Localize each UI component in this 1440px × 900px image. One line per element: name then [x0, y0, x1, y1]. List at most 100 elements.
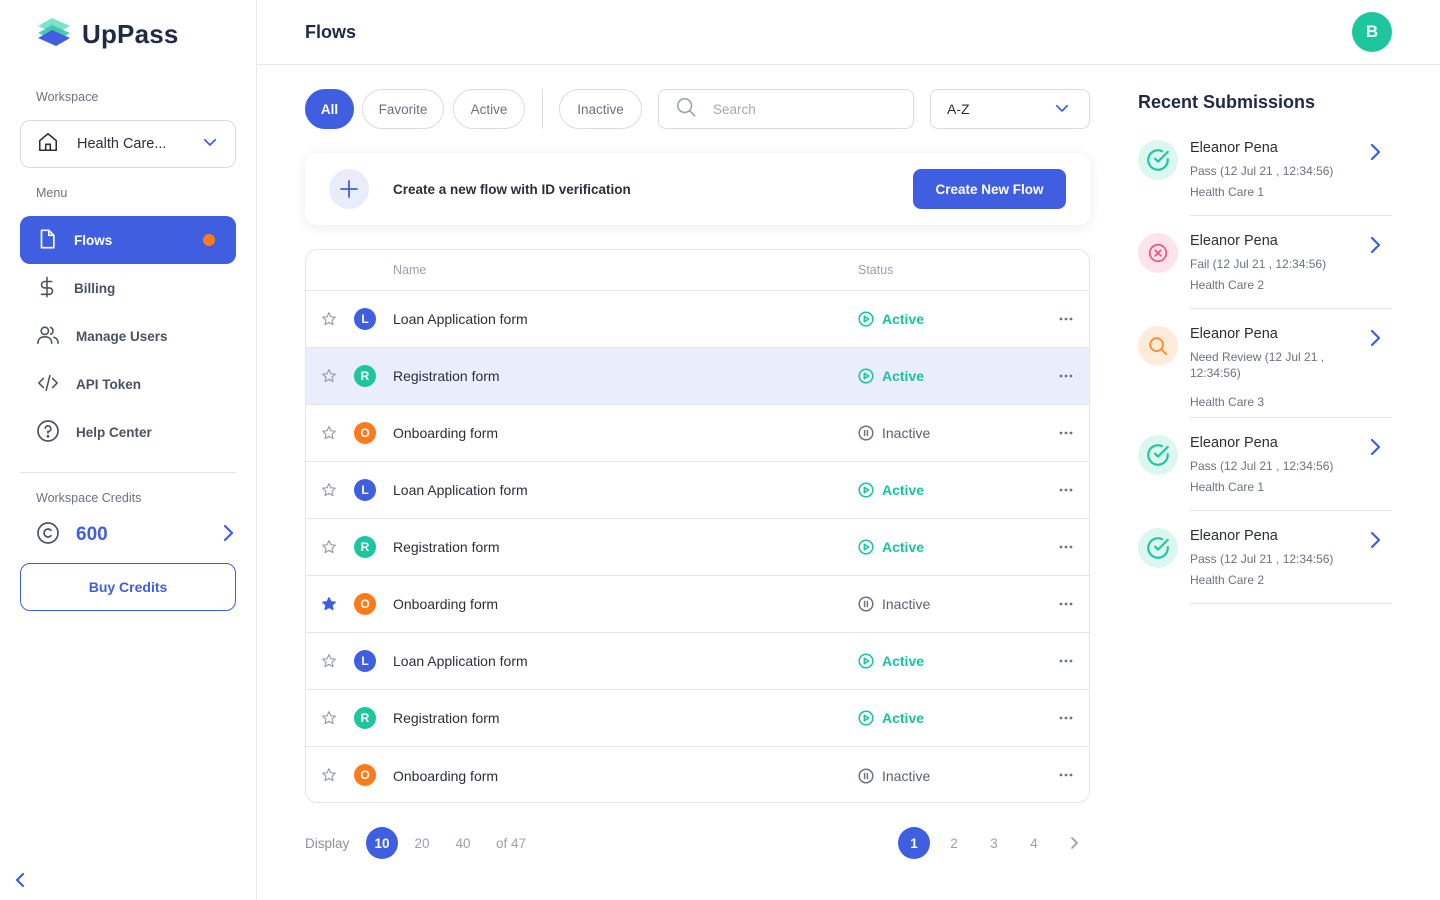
status-text: Active [882, 710, 925, 726]
flow-name[interactable]: Loan Application form [393, 653, 528, 669]
favorite-star-icon[interactable] [321, 767, 337, 783]
collapse-sidebar-icon[interactable] [10, 870, 30, 890]
chevron-right-icon[interactable] [1368, 531, 1384, 549]
more-options-icon[interactable] [1058, 539, 1074, 555]
favorite-star-icon[interactable] [321, 311, 337, 327]
flow-status: Active [858, 539, 924, 555]
check-circle-icon [1138, 528, 1178, 568]
search-input[interactable] [713, 101, 893, 117]
users-icon [36, 324, 60, 349]
dollar-icon [36, 276, 58, 301]
display-label: Display [305, 836, 350, 851]
sort-select[interactable]: A-Z [930, 89, 1090, 129]
filter-chip-inactive[interactable]: Inactive [559, 89, 642, 129]
sidebar-item-label: API Token [76, 376, 142, 392]
more-options-icon[interactable] [1058, 482, 1074, 498]
avatar[interactable]: B [1352, 12, 1392, 52]
chevron-right-icon[interactable] [1368, 329, 1384, 347]
more-options-icon[interactable] [1058, 368, 1074, 384]
favorite-star-icon[interactable] [321, 425, 337, 441]
table-row[interactable]: O Onboarding form Inactive [306, 747, 1089, 802]
more-options-icon[interactable] [1058, 767, 1074, 783]
more-options-icon[interactable] [1058, 653, 1074, 669]
filter-chip-favorite[interactable]: Favorite [362, 89, 444, 129]
submission-divider [1190, 603, 1392, 604]
sidebar-item-label: Flows [74, 232, 113, 248]
page-size-10[interactable]: 10 [366, 827, 398, 859]
chevron-right-icon[interactable] [1368, 143, 1384, 161]
buy-credits-button[interactable]: Buy Credits [20, 563, 236, 611]
page-button-4[interactable]: 4 [1018, 827, 1050, 859]
favorite-star-icon[interactable] [321, 368, 337, 384]
flow-name[interactable]: Loan Application form [393, 311, 528, 327]
more-options-icon[interactable] [1058, 311, 1074, 327]
flow-status: Inactive [858, 596, 930, 612]
chevron-right-icon[interactable] [220, 524, 236, 547]
flow-initial-badge: L [354, 650, 376, 672]
chevron-right-icon[interactable] [1368, 438, 1384, 456]
sidebar-item-help-center[interactable]: Help Center [20, 408, 236, 456]
workspace-select[interactable]: Health Care... [20, 120, 236, 168]
x-circle-icon [1138, 233, 1178, 273]
brand-name: UpPass [82, 19, 179, 49]
submission-workspace: Health Care 3 [1190, 395, 1265, 409]
status-text: Inactive [882, 425, 931, 441]
more-options-icon[interactable] [1058, 710, 1074, 726]
file-icon [36, 228, 58, 253]
page-size-20[interactable]: 20 [406, 827, 438, 859]
sidebar-item-manage-users[interactable]: Manage Users [20, 312, 236, 360]
check-circle-icon [1138, 140, 1178, 180]
table-row[interactable]: R Registration form Active [306, 519, 1089, 576]
submission-workspace: Health Care 2 [1190, 573, 1265, 587]
table-row[interactable]: O Onboarding form Inactive [306, 576, 1089, 633]
favorite-star-icon[interactable] [321, 482, 337, 498]
workspace-credits[interactable]: 600 [36, 520, 236, 550]
table-row[interactable]: L Loan Application form Active [306, 633, 1089, 690]
sidebar-item-flows[interactable]: Flows [20, 216, 236, 264]
search-box[interactable] [658, 89, 914, 129]
flow-status: Active [858, 311, 924, 327]
flow-name[interactable]: Loan Application form [393, 482, 528, 498]
favorite-star-icon[interactable] [321, 596, 337, 612]
create-new-flow-button[interactable]: Create New Flow [913, 169, 1066, 209]
flow-initial-badge: R [354, 365, 376, 387]
sidebar-item-billing[interactable]: Billing [20, 264, 236, 312]
table-row[interactable]: L Loan Application form Active [306, 462, 1089, 519]
column-header-name: Name [393, 263, 427, 277]
filter-chip-all[interactable]: All [305, 89, 354, 129]
page-title: Flows [305, 22, 357, 42]
page-size-40[interactable]: 40 [447, 827, 479, 859]
table-row[interactable]: O Onboarding form Inactive [306, 405, 1089, 462]
flow-name[interactable]: Onboarding form [393, 596, 498, 612]
submission-workspace: Health Care 1 [1190, 185, 1265, 199]
table-row[interactable]: R Registration form Active [306, 348, 1089, 405]
flow-name[interactable]: Registration form [393, 368, 500, 384]
flow-initial-badge: O [354, 764, 376, 786]
flow-name[interactable]: Registration form [393, 539, 500, 555]
page-button-2[interactable]: 2 [938, 827, 970, 859]
filter-chip-active[interactable]: Active [453, 89, 525, 129]
brand-logo[interactable]: UpPass [36, 16, 179, 53]
table-row[interactable]: R Registration form Active [306, 690, 1089, 747]
favorite-star-icon[interactable] [321, 653, 337, 669]
workspace-name: Health Care... [77, 136, 167, 152]
next-page-icon[interactable] [1058, 827, 1090, 859]
table-row[interactable]: L Loan Application form Active [306, 291, 1089, 348]
chevron-right-icon[interactable] [1368, 236, 1384, 254]
flow-initial-badge: O [354, 422, 376, 444]
flow-name[interactable]: Registration form [393, 710, 500, 726]
page-button-1[interactable]: 1 [898, 827, 930, 859]
status-text: Inactive [882, 596, 931, 612]
favorite-star-icon[interactable] [321, 539, 337, 555]
sidebar-item-api-token[interactable]: API Token [20, 360, 236, 408]
more-options-icon[interactable] [1058, 596, 1074, 612]
sidebar-item-label: Billing [74, 280, 116, 296]
more-options-icon[interactable] [1058, 425, 1074, 441]
flow-name[interactable]: Onboarding form [393, 425, 498, 441]
page-button-3[interactable]: 3 [978, 827, 1010, 859]
favorite-star-icon[interactable] [321, 710, 337, 726]
plus-icon[interactable] [329, 169, 369, 209]
flow-status: Active [858, 482, 924, 498]
submission-status: Fail (12 Jul 21 , 12:34:56) [1190, 257, 1327, 271]
flow-name[interactable]: Onboarding form [393, 768, 498, 784]
